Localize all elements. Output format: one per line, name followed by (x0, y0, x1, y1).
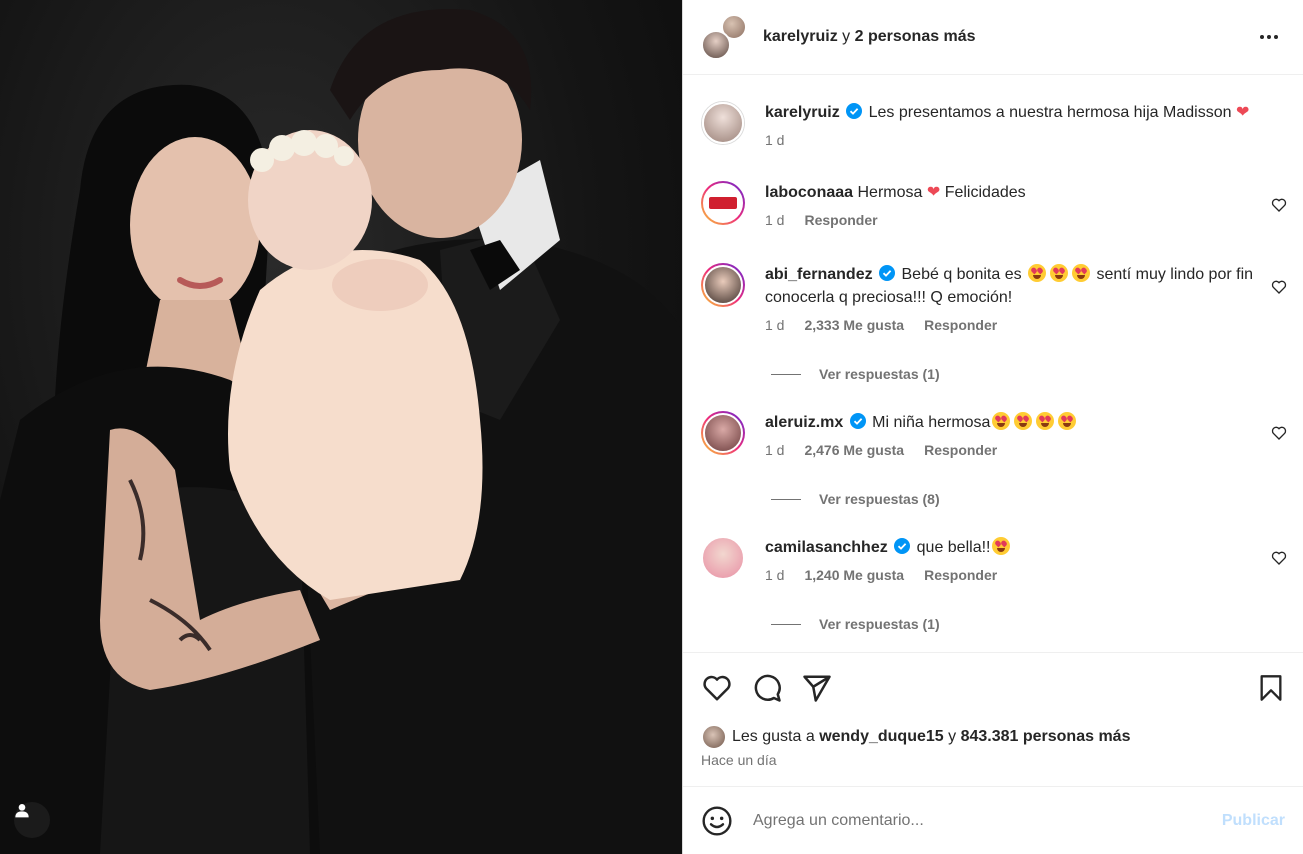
verified-badge-icon (846, 103, 863, 119)
replies-divider (771, 498, 801, 500)
instagram-post-modal: karelyruiz y 2 personas más karelyruiz L… (0, 0, 1303, 854)
view-replies-label: Ver respuestas (8) (819, 491, 940, 507)
heart-eyes-emoji (992, 412, 1011, 430)
replies-divider (771, 373, 801, 375)
avatar (701, 724, 727, 750)
comment-row: abi_fernandez Bebé q bonita es sentí muy… (701, 263, 1287, 337)
comment-time: 1 d (765, 317, 785, 333)
comment-username[interactable]: aleruiz.mx (765, 414, 843, 431)
caption-time: 1 d (765, 132, 785, 148)
likes-summary[interactable]: Les gusta a wendy_duque15 y 843.381 pers… (701, 724, 1130, 750)
likes-prefix: Les gusta a (732, 728, 815, 745)
author-connector: y (842, 28, 851, 45)
heart-eyes-emoji (1014, 412, 1033, 430)
reply-button[interactable]: Responder (924, 314, 997, 337)
user-tag-icon (15, 804, 29, 818)
caption-row: karelyruiz Les presentamos a nuestra her… (701, 101, 1287, 152)
smiley-icon[interactable] (701, 805, 733, 837)
comment-button[interactable] (751, 672, 783, 704)
save-button[interactable] (1255, 672, 1287, 704)
collab-avatars[interactable] (701, 14, 747, 60)
likes-count[interactable]: 843.381 personas más (961, 728, 1131, 746)
post-actions (701, 670, 1287, 706)
comment-text: Hermosa (857, 184, 923, 201)
more-options-icon[interactable] (1253, 25, 1285, 49)
view-replies-label: Ver respuestas (1) (819, 366, 940, 382)
red-heart-emoji: ❤ (1235, 104, 1250, 121)
comment-username[interactable]: abi_fernandez (765, 266, 873, 283)
view-replies-label: Ver respuestas (1) (819, 616, 940, 632)
avatar[interactable] (701, 411, 745, 455)
likes-user[interactable]: wendy_duque15 (819, 728, 943, 746)
reply-button[interactable]: Responder (924, 439, 997, 462)
post-header: karelyruiz y 2 personas más (683, 0, 1303, 75)
heart-eyes-emoji (1036, 412, 1055, 430)
heart-outline-icon[interactable] (1271, 425, 1287, 441)
heart-outline-icon[interactable] (1271, 279, 1287, 295)
paper-plane-icon (803, 675, 831, 702)
bookmark-icon (1260, 675, 1282, 701)
comment-bubble-icon (754, 674, 781, 702)
heart-eyes-emoji (1058, 412, 1077, 430)
share-button[interactable] (801, 672, 833, 704)
comments-area[interactable]: karelyruiz Les presentamos a nuestra her… (683, 75, 1303, 653)
red-heart-emoji: ❤ (926, 184, 941, 201)
comment-time: 1 d (765, 567, 785, 583)
verified-badge-icon (894, 538, 911, 554)
heart-eyes-emoji (1028, 264, 1047, 282)
reply-button[interactable]: Responder (924, 564, 997, 587)
likes-connector: y (948, 728, 957, 745)
author-others[interactable]: 2 personas más (855, 28, 976, 45)
comment-username[interactable]: camilasanchhez (765, 539, 888, 556)
avatar (701, 30, 731, 60)
comment-text: Bebé q bonita es (901, 266, 1022, 283)
comment-input[interactable] (753, 811, 1222, 830)
comment-row: aleruiz.mx Mi niña hermosa 1 d 2,476 Me … (701, 411, 1287, 462)
verified-badge-icon (879, 265, 896, 281)
post-side-panel: karelyruiz y 2 personas más karelyruiz L… (682, 0, 1303, 854)
like-button[interactable] (701, 672, 733, 704)
comment-text-continued: Felicidades (944, 184, 1026, 201)
comment-time: 1 d (765, 442, 785, 458)
view-replies-button[interactable]: Ver respuestas (8) (771, 491, 940, 507)
comment-row: laboconaaa Hermosa ❤ Felicidades 1 d Res… (701, 181, 1287, 232)
replies-divider (771, 623, 801, 625)
heart-eyes-emoji (1050, 264, 1069, 282)
heart-outline-icon[interactable] (1271, 550, 1287, 566)
comment-time: 1 d (765, 212, 785, 228)
avatar[interactable] (701, 101, 745, 145)
avatar[interactable] (701, 536, 745, 580)
verified-badge-icon (849, 413, 866, 429)
heart-eyes-emoji (992, 537, 1011, 555)
caption-text: Les presentamos a nuestra hermosa hija M… (868, 104, 1232, 121)
publish-button[interactable]: Publicar (1222, 812, 1285, 830)
avatar[interactable] (701, 181, 745, 225)
comment-text: que bella!! (916, 539, 991, 556)
post-time[interactable]: Hace un día (701, 752, 777, 768)
comment-likes[interactable]: 2,333 Me gusta (804, 314, 904, 337)
view-replies-button[interactable]: Ver respuestas (1) (771, 366, 940, 382)
caption-username[interactable]: karelyruiz (765, 104, 840, 121)
reply-button[interactable]: Responder (804, 209, 877, 232)
post-authors: karelyruiz y 2 personas más (763, 28, 1253, 46)
comment-composer: Publicar (683, 786, 1303, 854)
comment-row: camilasanchhez que bella!! 1 d 1,240 Me … (701, 536, 1287, 587)
comment-likes[interactable]: 1,240 Me gusta (804, 564, 904, 587)
view-replies-button[interactable]: Ver respuestas (1) (771, 616, 940, 632)
comment-likes[interactable]: 2,476 Me gusta (804, 439, 904, 462)
post-photo[interactable] (0, 0, 682, 854)
heart-outline-icon (703, 675, 731, 701)
avatar[interactable] (701, 263, 745, 307)
family-portrait-illustration (0, 9, 682, 854)
author-username[interactable]: karelyruiz (763, 28, 838, 45)
tagged-users-button[interactable] (14, 802, 50, 838)
comment-text: Mi niña hermosa (872, 414, 991, 431)
heart-eyes-emoji (1072, 264, 1091, 282)
heart-outline-icon[interactable] (1271, 197, 1287, 213)
comment-username[interactable]: laboconaaa (765, 184, 853, 201)
